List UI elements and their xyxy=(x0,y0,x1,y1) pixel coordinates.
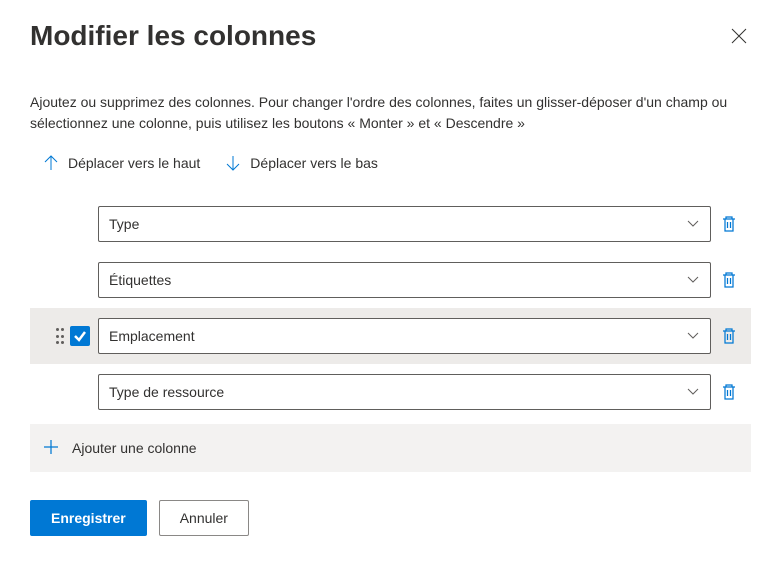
arrow-up-icon xyxy=(42,154,60,172)
checkmark-icon xyxy=(73,329,87,343)
delete-column-button[interactable] xyxy=(711,327,747,345)
move-up-button[interactable]: Déplacer vers le haut xyxy=(42,154,200,172)
delete-column-button[interactable] xyxy=(711,215,747,233)
add-column-button[interactable]: Ajouter une colonne xyxy=(30,424,751,472)
chevron-down-icon xyxy=(686,328,700,345)
chevron-down-icon xyxy=(686,272,700,289)
trash-icon xyxy=(720,271,738,289)
column-list: Type Étiquettes Emplacement xyxy=(30,196,751,420)
close-button[interactable] xyxy=(727,24,751,48)
chevron-down-icon xyxy=(686,384,700,401)
save-button[interactable]: Enregistrer xyxy=(30,500,147,536)
delete-column-button[interactable] xyxy=(711,271,747,289)
column-select[interactable]: Type de ressource xyxy=(98,374,711,410)
column-select-label: Emplacement xyxy=(109,328,195,344)
column-select[interactable]: Emplacement xyxy=(98,318,711,354)
column-select[interactable]: Étiquettes xyxy=(98,262,711,298)
column-select[interactable]: Type xyxy=(98,206,711,242)
dialog-description: Ajoutez ou supprimez des colonnes. Pour … xyxy=(30,92,751,134)
move-down-button[interactable]: Déplacer vers le bas xyxy=(224,154,378,172)
column-select-label: Type xyxy=(109,216,139,232)
trash-icon xyxy=(720,383,738,401)
column-row: Type xyxy=(30,196,751,252)
delete-column-button[interactable] xyxy=(711,383,747,401)
column-row: Type de ressource xyxy=(30,364,751,420)
move-down-label: Déplacer vers le bas xyxy=(250,155,378,171)
plus-icon xyxy=(42,438,60,459)
move-up-label: Déplacer vers le haut xyxy=(68,155,200,171)
column-select-label: Étiquettes xyxy=(109,272,171,288)
column-select-label: Type de ressource xyxy=(109,384,224,400)
close-icon xyxy=(730,27,748,45)
cancel-button[interactable]: Annuler xyxy=(159,500,249,536)
column-row: Emplacement xyxy=(30,308,751,364)
row-checkbox[interactable] xyxy=(70,326,90,346)
trash-icon xyxy=(720,327,738,345)
arrow-down-icon xyxy=(224,154,242,172)
trash-icon xyxy=(720,215,738,233)
dialog-title: Modifier les colonnes xyxy=(30,20,316,52)
column-row: Étiquettes xyxy=(30,252,751,308)
chevron-down-icon xyxy=(686,216,700,233)
add-column-label: Ajouter une colonne xyxy=(72,440,197,456)
drag-handle[interactable] xyxy=(56,328,64,344)
